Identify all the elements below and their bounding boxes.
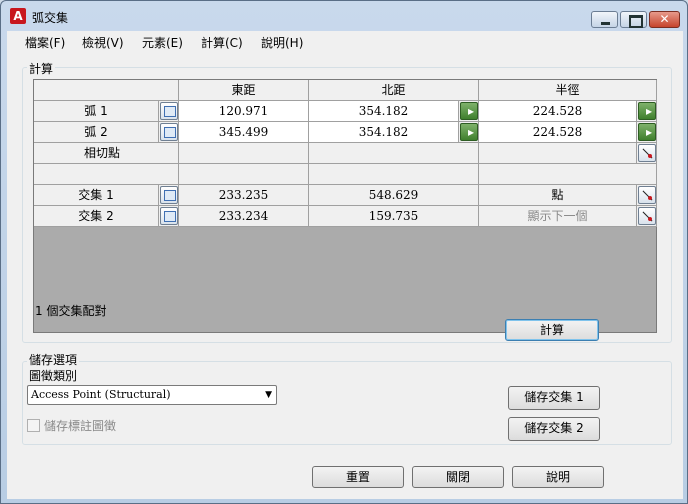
save-intersection-1-button[interactable]: 儲存交集 1 xyxy=(508,386,600,410)
select-point-icon[interactable] xyxy=(460,123,478,141)
arc-1-northing[interactable]: 354.182 xyxy=(309,101,459,122)
pick-arc-2-icon[interactable] xyxy=(160,123,178,141)
calc-grid: 東距 北距 半徑 弧 1 120.971 354.182 224.528 弧 2… xyxy=(33,79,657,333)
menu-compute[interactable]: 計算(C) xyxy=(201,34,243,51)
window-title: 弧交集 xyxy=(32,11,69,25)
row-label-intersection-1: 交集 1 xyxy=(34,185,159,206)
intersection-2-northing: 159.735 xyxy=(309,206,479,227)
minimize-button[interactable] xyxy=(591,11,618,28)
grid-header-easting: 東距 xyxy=(179,80,309,101)
maximize-icon xyxy=(621,12,646,28)
arc-2-easting[interactable]: 345.499 xyxy=(179,122,309,143)
intersection-1-point: 點 xyxy=(479,185,637,206)
intersection-point-icon[interactable] xyxy=(638,186,656,204)
title-bar: A 弧交集 ✕ xyxy=(1,1,687,31)
pick-intersection-2-icon[interactable] xyxy=(160,207,178,225)
tangent-northing xyxy=(309,143,479,164)
pick-arc-1-icon[interactable] xyxy=(160,102,178,120)
select-radius-icon[interactable] xyxy=(638,102,656,120)
calc-group-label: 計算 xyxy=(27,60,56,77)
intersection-1-easting: 233.235 xyxy=(179,185,309,206)
save-intersection-2-button[interactable]: 儲存交集 2 xyxy=(508,417,600,441)
row-label-tangent: 相切點 xyxy=(34,143,179,164)
show-next-link[interactable]: 顯示下一個 xyxy=(479,206,637,227)
close-button[interactable]: ✕ xyxy=(649,11,680,28)
calculate-button[interactable]: 計算 xyxy=(505,319,599,341)
select-point-icon[interactable] xyxy=(460,102,478,120)
arc-1-radius[interactable]: 224.528 xyxy=(479,101,637,122)
grid-header-blank xyxy=(34,80,179,101)
row-label-arc-1: 弧 1 xyxy=(34,101,159,122)
tangent-radius xyxy=(479,143,637,164)
menu-view[interactable]: 檢視(V) xyxy=(82,34,124,51)
minimize-icon xyxy=(592,12,617,27)
app-window: A 弧交集 ✕ 檔案(F) 檢視(V) 元素(E) 計算(C) 說明(H) 計算… xyxy=(0,0,688,504)
menu-help[interactable]: 說明(H) xyxy=(261,34,303,51)
blank-row-cell xyxy=(309,164,479,185)
row-label-intersection-2: 交集 2 xyxy=(34,206,159,227)
intersection-1-northing: 548.629 xyxy=(309,185,479,206)
tangent-point-icon[interactable] xyxy=(638,144,656,162)
close-icon: ✕ xyxy=(659,12,670,26)
tangent-easting xyxy=(179,143,309,164)
help-button[interactable]: 說明 xyxy=(512,466,604,488)
symbol-category-dropdown[interactable]: Access Point (Structural) ▼ xyxy=(27,385,277,405)
intersection-2-easting: 233.234 xyxy=(179,206,309,227)
arc-2-northing[interactable]: 354.182 xyxy=(309,122,459,143)
intersection-point-icon[interactable] xyxy=(638,207,656,225)
save-annotation-checkbox[interactable] xyxy=(27,419,40,432)
symbol-category-value: Access Point (Structural) xyxy=(31,388,171,401)
menu-element[interactable]: 元素(E) xyxy=(142,34,183,51)
maximize-button[interactable] xyxy=(620,11,647,28)
intersection-count-status: 1 個交集配對 xyxy=(35,304,107,318)
grid-header-northing: 北距 xyxy=(309,80,479,101)
pick-intersection-1-icon[interactable] xyxy=(160,186,178,204)
close-dialog-button[interactable]: 關閉 xyxy=(412,466,504,488)
autocad-app-icon[interactable]: A xyxy=(10,8,26,24)
blank-row-cell xyxy=(479,164,657,185)
dropdown-arrow-icon: ▼ xyxy=(265,390,272,400)
blank-row-cell xyxy=(179,164,309,185)
grid-header-radius: 半徑 xyxy=(479,80,657,101)
menu-file[interactable]: 檔案(F) xyxy=(25,34,65,51)
dialog-client: 檔案(F) 檢視(V) 元素(E) 計算(C) 說明(H) 計算 東距 北距 半… xyxy=(7,31,683,499)
arc-2-radius[interactable]: 224.528 xyxy=(479,122,637,143)
save-annotation-label: 儲存標註圖徵 xyxy=(44,419,117,433)
menu-bar: 檔案(F) 檢視(V) 元素(E) 計算(C) 說明(H) xyxy=(7,31,683,51)
save-group-label: 儲存選項 xyxy=(27,351,80,368)
arc-1-easting[interactable]: 120.971 xyxy=(179,101,309,122)
reset-button[interactable]: 重置 xyxy=(312,466,404,488)
row-label-arc-2: 弧 2 xyxy=(34,122,159,143)
select-radius-icon[interactable] xyxy=(638,123,656,141)
blank-row-label xyxy=(34,164,179,185)
symbol-category-label: 圖徵類別 xyxy=(29,369,78,383)
